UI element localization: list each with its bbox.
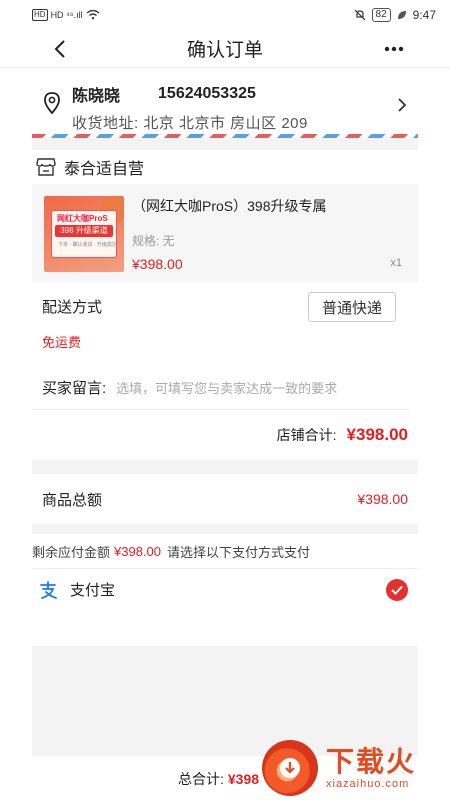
delivery-section: 配送方式 普通快递 免运费 — [32, 282, 418, 366]
battery-level: 82 — [371, 8, 391, 22]
section-gap — [32, 460, 418, 474]
product-price: ¥398.00 — [132, 256, 183, 272]
watermark-url: xiazaihuo.com — [326, 778, 410, 790]
nav-bar: 确认订单 — [0, 30, 450, 68]
recipient-phone: 15624053325 — [158, 85, 256, 102]
remaining-value: ¥398.00 — [114, 543, 162, 559]
recipient-name: 陈晓晓 — [72, 88, 121, 105]
delivery-label: 配送方式 — [42, 299, 103, 316]
section-gap — [32, 138, 418, 150]
mute-icon — [354, 9, 365, 21]
watermark-title: 下载火 — [326, 746, 417, 777]
shop-total-row: 店铺合计: ¥398.00 — [32, 410, 418, 460]
more-button[interactable] — [382, 35, 406, 63]
location-pin-icon — [44, 92, 60, 114]
more-dots-icon — [384, 46, 404, 52]
signal-status: HD HD ⁴⁶.ıll — [32, 9, 100, 21]
wifi-icon — [86, 10, 100, 20]
watermark-logo-icon — [262, 740, 318, 796]
shipping-address: 收货地址: 北京 北京市 房山区 209 — [72, 115, 308, 132]
shop-name: 泰合适自营 — [64, 161, 145, 178]
thumbnail-text-3: 下单 · 确认收货 · 升级成功 — [58, 242, 117, 248]
thumbnail-text-1: 网红大咖ProS — [57, 214, 108, 223]
buyer-message-row: 买家留言: 选填，可填写您与卖家达成一致的要求 — [32, 366, 410, 410]
product-title: （网红大咖ProS）398升级专属 — [132, 198, 327, 214]
free-shipping-text: 免运费 — [42, 335, 82, 350]
order-content: 陈晓晓 15624053325 收货地址: 北京 北京市 房山区 209 泰合适… — [32, 68, 418, 800]
selected-check-icon[interactable] — [386, 579, 408, 601]
store-icon — [36, 158, 56, 176]
signal-text: HD ⁴⁶.ıll — [50, 10, 83, 20]
chevron-right-icon — [398, 98, 406, 112]
hd-badge: HD — [32, 9, 48, 21]
clock: 9:47 — [412, 8, 436, 22]
payment-option-alipay[interactable]: 支付宝 — [32, 568, 418, 610]
shop-total-value: ¥398.00 — [346, 425, 408, 444]
buyer-message-label: 买家留言: — [42, 380, 107, 397]
back-button[interactable] — [48, 35, 72, 63]
leaf-icon — [397, 11, 406, 19]
goods-total-label: 商品总额 — [42, 491, 103, 509]
watermark-text: 下载火 xiazaihuo.com — [326, 746, 416, 790]
recipient-line: 陈晓晓 15624053325 — [72, 82, 418, 106]
alipay-icon — [40, 580, 57, 599]
watermark: 下载火 xiazaihuo.com — [262, 736, 450, 800]
remaining-amount-row: 剩余应付金额 ¥398.00 请选择以下支付方式支付 — [32, 534, 418, 568]
remaining-label: 剩余应付金额 — [32, 544, 111, 560]
chevron-left-icon — [54, 40, 65, 58]
goods-total-row: 商品总额 ¥398.00 — [32, 474, 418, 524]
section-gap — [32, 524, 418, 534]
product-thumbnail: 网红大咖ProS 398 升级渠道 下单 · 确认收货 · 升级成功 — [44, 196, 124, 272]
total-label: 总合计: — [178, 771, 224, 787]
shipping-method-button[interactable]: 普通快递 — [308, 292, 396, 322]
address-card[interactable]: 陈晓晓 15624053325 收货地址: 北京 北京市 房山区 209 — [32, 68, 418, 134]
system-status: 82 9:47 — [354, 8, 436, 22]
shop-total-label: 店铺合计: — [276, 427, 337, 443]
thumbnail-text-2: 398 升级渠道 — [55, 225, 113, 237]
total-value: ¥398 — [227, 771, 260, 787]
shop-header: 泰合适自营 — [32, 150, 418, 184]
status-bar: HD HD ⁴⁶.ıll 82 9:47 — [0, 0, 450, 30]
goods-total-value: ¥398.00 — [357, 491, 408, 507]
payment-instruction: 请选择以下支付方式支付 — [167, 544, 311, 560]
product-quantity: x1 — [390, 257, 402, 269]
page-title: 确认订单 — [186, 40, 263, 61]
alipay-label: 支付宝 — [70, 582, 116, 599]
product-spec: 规格: 无 — [132, 234, 175, 248]
product-item[interactable]: 网红大咖ProS 398 升级渠道 下单 · 确认收货 · 升级成功 （网红大咖… — [32, 184, 418, 282]
buyer-message-input[interactable]: 选填，可填写您与卖家达成一致的要求 — [116, 378, 337, 397]
